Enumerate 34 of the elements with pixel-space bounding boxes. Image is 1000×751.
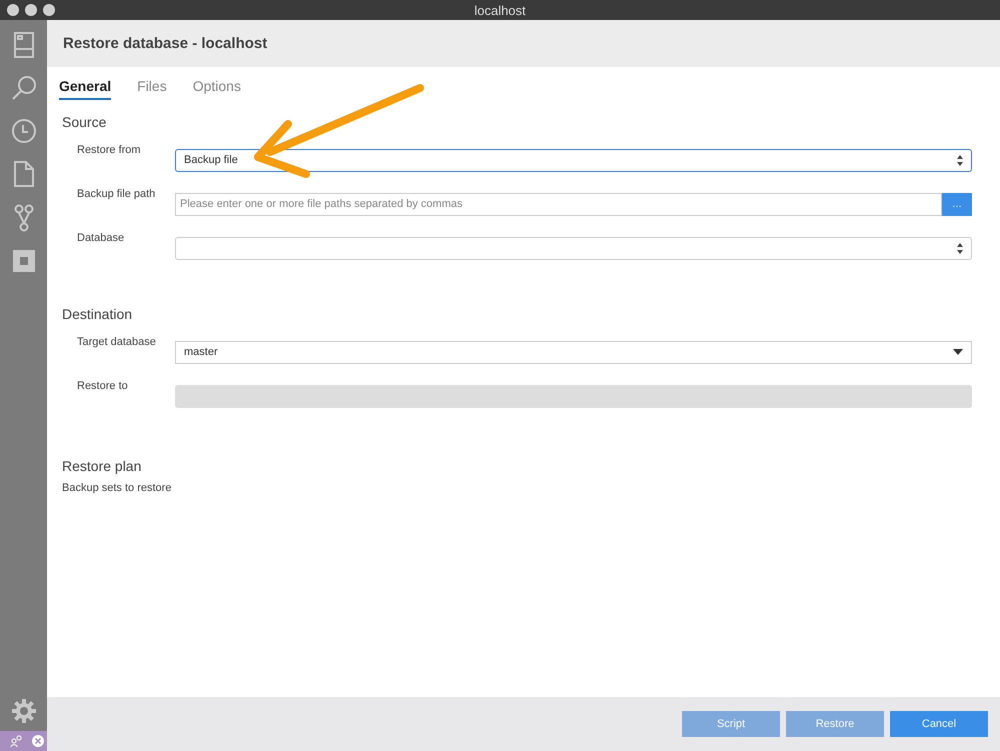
field-label: Restore to (76, 379, 129, 392)
field-label: Database (76, 231, 126, 244)
tab[interactable]: Options (192, 77, 241, 100)
field-label: Restore from (76, 143, 142, 156)
square-frame-icon[interactable] (12, 249, 36, 273)
dropdown-field[interactable]: master (175, 340, 972, 364)
window-control-button[interactable] (43, 4, 55, 16)
browse-button[interactable]: ... (942, 192, 972, 216)
section-text: Backup sets to restore (62, 482, 172, 494)
stepper-icon (957, 154, 963, 166)
close-icon[interactable] (32, 735, 44, 747)
stepper-icon (957, 242, 963, 254)
tab[interactable]: General (59, 77, 112, 100)
clock-icon[interactable] (10, 118, 36, 144)
window-title: localhost (474, 2, 526, 18)
file-icon[interactable] (14, 161, 34, 187)
dialog-button[interactable]: Cancel (890, 711, 988, 737)
caret-icon (953, 349, 963, 355)
dialog-title: Restore database - localhost (63, 35, 268, 52)
field-label: Backup file path (76, 187, 156, 200)
people-icon[interactable] (10, 735, 22, 747)
section-heading: Source (62, 114, 108, 130)
branch-icon[interactable] (14, 204, 34, 232)
dropdown-field[interactable] (175, 236, 972, 260)
window-control-button[interactable] (25, 4, 37, 16)
search-icon[interactable] (10, 75, 36, 101)
dropdown-field[interactable]: Backup file (175, 148, 972, 172)
server-icon[interactable] (14, 32, 34, 58)
field-label: Target database (76, 335, 157, 348)
section-heading: Restore plan (62, 458, 142, 474)
section-heading: Destination (62, 306, 134, 322)
tab[interactable]: Files (137, 77, 167, 100)
file-path-field[interactable]: Please enter one or more file paths separated by commas (175, 192, 942, 216)
window-control-button[interactable] (7, 4, 19, 16)
